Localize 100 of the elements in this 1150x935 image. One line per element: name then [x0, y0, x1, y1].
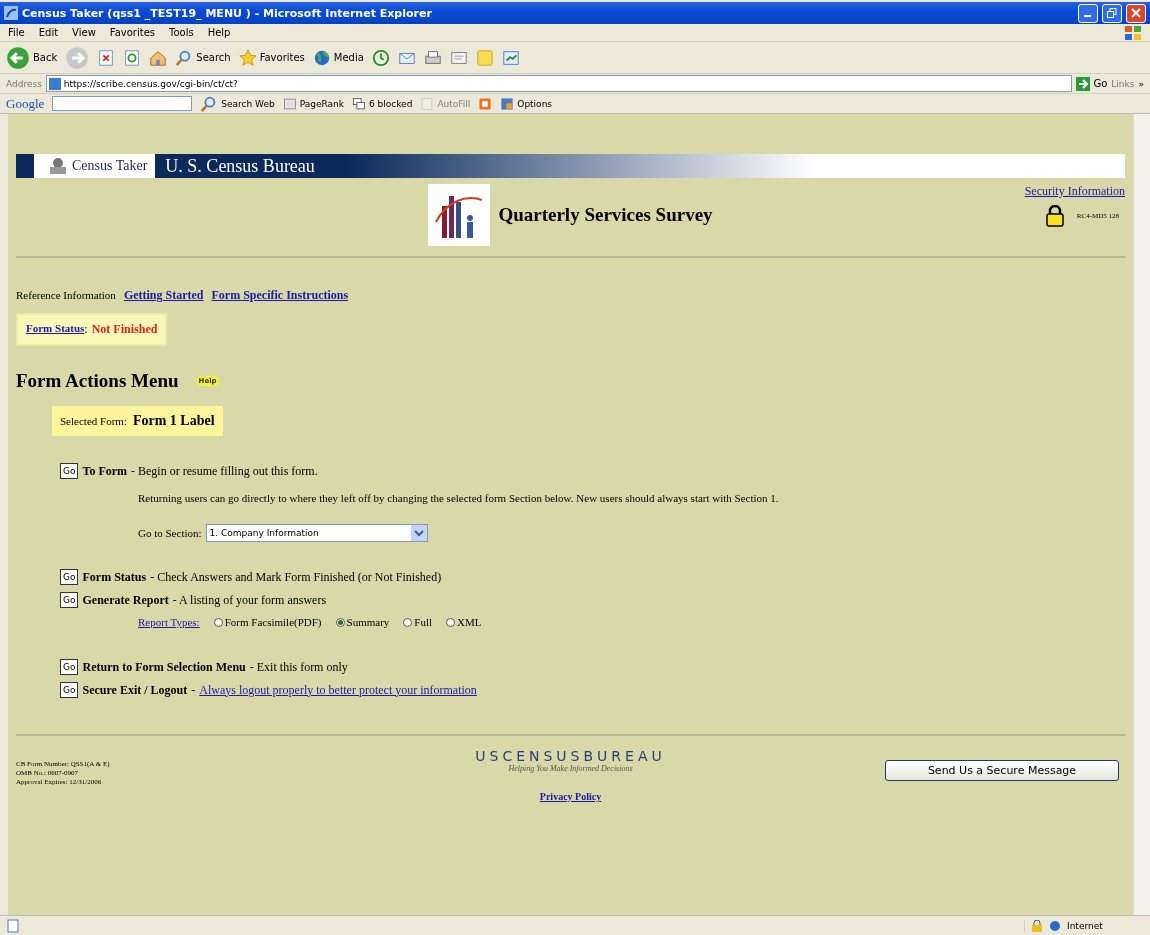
- secure-message-button[interactable]: Send Us a Secure Message: [885, 760, 1119, 781]
- google-toolbar-button[interactable]: PageRank: [282, 96, 344, 111]
- menu-item[interactable]: View: [72, 27, 96, 38]
- toolbar-icon-button[interactable]: [423, 48, 442, 67]
- note-icon: [475, 48, 494, 67]
- toolbar-icon-button[interactable]: [123, 48, 142, 67]
- app-name: Census Taker: [34, 154, 156, 178]
- toolbar-icon-button[interactable]: [149, 48, 168, 67]
- go-button[interactable]: Go: [60, 659, 79, 675]
- toolbar-button[interactable]: Media: [312, 48, 364, 67]
- stop-icon: [97, 48, 116, 67]
- toolbar-icon-button[interactable]: [501, 48, 520, 67]
- toolbar-button[interactable]: Search: [175, 48, 231, 67]
- reference-label: Reference Information: [16, 289, 116, 301]
- close-icon: [1131, 8, 1141, 18]
- security-information-link[interactable]: Security Information: [1024, 184, 1125, 199]
- google-search-field[interactable]: [52, 96, 193, 111]
- returning-users-note: Returning users can go directly to where they left off by changing the selected form Section below. New users should always start with Section 1.: [138, 492, 780, 504]
- report-type-option[interactable]: Full: [403, 616, 433, 628]
- window-title: Census Taker (qss1 _TEST19_ MENU ) - Microsoft Internet Explorer: [22, 6, 433, 20]
- section-dropdown[interactable]: 1. Company Information: [205, 524, 428, 542]
- links-label[interactable]: Links: [1111, 78, 1135, 89]
- chart-window-icon: [501, 48, 520, 67]
- restore-button[interactable]: [1102, 3, 1122, 23]
- square-icon: [478, 96, 493, 111]
- radio-button[interactable]: [446, 617, 456, 627]
- radio-button[interactable]: [335, 617, 345, 627]
- page-heading: Form Actions Menu: [16, 370, 179, 392]
- action-description: -: [191, 682, 196, 698]
- house-icon: [149, 48, 168, 67]
- go-button[interactable]: Go: [60, 682, 79, 698]
- report-type-option[interactable]: XML: [446, 616, 482, 628]
- menu-item[interactable]: File: [8, 27, 25, 38]
- windows-icon: [351, 96, 366, 111]
- google-toolbar-button[interactable]: Options: [500, 96, 553, 111]
- agency-name: U. S. Census Bureau: [164, 155, 315, 177]
- google-toolbar-button[interactable]: Search Web: [200, 94, 275, 113]
- padlock-icon: [1031, 919, 1043, 932]
- globe-icon: [312, 48, 331, 67]
- privacy-policy-link[interactable]: Privacy Policy: [539, 791, 602, 802]
- radio-button[interactable]: [403, 617, 413, 627]
- windows-flag-icon: [1124, 24, 1142, 41]
- page-icon: [6, 918, 20, 933]
- report-types-link[interactable]: Report Types:: [138, 616, 200, 628]
- globe-icon: [1049, 919, 1061, 932]
- refresh-icon: [123, 48, 142, 67]
- section-label: Go to Section:: [138, 527, 202, 539]
- survey-logo: [428, 184, 491, 246]
- google-toolbar-logo[interactable]: Google: [6, 95, 45, 112]
- report-type-option[interactable]: Form Facsimile(PDF): [213, 616, 322, 628]
- action-description: - A listing of your form answers: [172, 592, 327, 608]
- menu-item[interactable]: Favorites: [109, 27, 155, 38]
- toolbar-icon-button[interactable]: [371, 48, 390, 67]
- overflow-chevron[interactable]: »: [1138, 78, 1144, 89]
- security-zone: Internet: [1067, 920, 1103, 931]
- go-button[interactable]: Go: [60, 569, 79, 585]
- selected-form-name: Form 1 Label: [132, 413, 215, 429]
- go-button[interactable]: Go: [1076, 76, 1108, 91]
- options-icon: [500, 96, 515, 111]
- logout-link[interactable]: Always logout properly to better protect your information: [199, 682, 477, 698]
- minimize-button[interactable]: [1078, 3, 1098, 23]
- google-toolbar-button[interactable]: 6 blocked: [351, 96, 413, 111]
- census-bureau-logo: USCENSUSBUREAU: [475, 748, 666, 764]
- reference-link[interactable]: Getting Started: [123, 288, 204, 303]
- action-title: To Form: [82, 463, 128, 479]
- menu-item[interactable]: Tools: [169, 27, 194, 38]
- star-icon: [238, 48, 257, 67]
- menu-item[interactable]: Edit: [38, 27, 59, 38]
- go-button[interactable]: Go: [60, 463, 79, 479]
- page-icon: [48, 77, 61, 90]
- close-button[interactable]: [1126, 3, 1146, 23]
- toolbar-button[interactable]: Favorites: [238, 48, 305, 67]
- form-status-value: Not Finished: [91, 322, 158, 337]
- scrollbar[interactable]: [1133, 114, 1150, 915]
- toolbar-button[interactable]: Back: [6, 45, 58, 70]
- form-icon: [420, 96, 435, 111]
- clock-icon: [371, 48, 390, 67]
- reference-link[interactable]: Form Specific Instructions: [211, 288, 349, 303]
- go-button[interactable]: Go: [60, 592, 79, 608]
- action-description: - Exit this form only: [249, 659, 348, 675]
- action-title: Generate Report: [82, 592, 169, 608]
- action-title: Secure Exit / Logout: [82, 682, 188, 698]
- logo-tagline: Helping You Make Informed Decisions: [508, 764, 633, 773]
- selected-form-label: Selected Form:: [60, 415, 127, 427]
- arrow-icon: [1076, 76, 1091, 91]
- action-title: Form Status: [82, 569, 147, 585]
- padlock-icon: [1044, 205, 1065, 227]
- action-description: - Check Answers and Mark Form Finished (or Not Finished): [150, 569, 442, 585]
- address-label: Address: [6, 78, 42, 89]
- printer-icon: [423, 48, 442, 67]
- toolbar-icon-button[interactable]: [97, 48, 116, 67]
- address-field[interactable]: https://scribe.census.gov/cgi-bin/ct/ct?: [45, 75, 1073, 92]
- google-toolbar-button[interactable]: [478, 96, 493, 111]
- report-type-option[interactable]: Summary: [335, 616, 390, 628]
- menu-item[interactable]: Help: [207, 27, 231, 38]
- survey-title: Quarterly Services Survey: [498, 204, 713, 226]
- action-description: - Begin or resume filling out this form.: [131, 463, 318, 479]
- action-title: Return to Form Selection Menu: [82, 659, 246, 675]
- browser-icon: [4, 6, 18, 20]
- radio-button[interactable]: [213, 617, 223, 627]
